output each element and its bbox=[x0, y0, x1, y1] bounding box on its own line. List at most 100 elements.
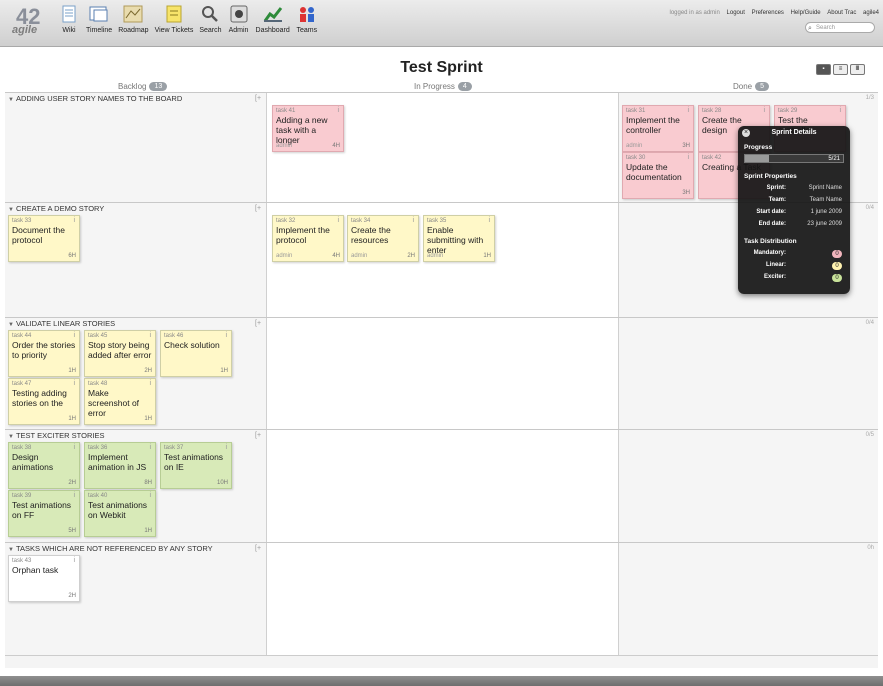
task-estimate: 4H bbox=[332, 253, 340, 259]
info-icon[interactable]: i bbox=[763, 107, 765, 114]
add-task-icon[interactable]: [+ bbox=[255, 545, 261, 552]
info-icon[interactable]: i bbox=[149, 380, 151, 387]
progress-bar: 5/21 bbox=[744, 154, 844, 163]
task-title: Enable submitting with enter bbox=[427, 225, 484, 255]
info-icon[interactable]: i bbox=[73, 217, 75, 224]
task-card[interactable]: task 44 i Order the stories to priority 1… bbox=[8, 330, 80, 377]
backlog-cell[interactable] bbox=[5, 93, 267, 203]
story-title[interactable]: ▼ CREATE A DEMO STORY bbox=[8, 204, 104, 213]
done-cell[interactable] bbox=[619, 543, 878, 656]
task-card[interactable]: task 34 i Create the resources admin 2H bbox=[347, 215, 419, 262]
task-card[interactable]: task 31 i Implement the controller admin 3… bbox=[622, 105, 694, 152]
nav-search[interactable]: Search bbox=[199, 4, 222, 34]
view-switcher: ▪ ≡ Ⅲ bbox=[816, 64, 865, 75]
task-title: Implement the controller bbox=[626, 115, 680, 135]
nav-timeline[interactable]: Timeline bbox=[86, 4, 112, 34]
task-card[interactable]: task 39 i Test animations on FF 5H bbox=[8, 490, 80, 537]
nav-label: Wiki bbox=[62, 27, 76, 34]
info-icon[interactable]: i bbox=[412, 217, 414, 224]
task-card[interactable]: task 40 i Test animations on Webkit 1H bbox=[84, 490, 156, 537]
info-icon[interactable]: i bbox=[337, 217, 339, 224]
nav-dashboard[interactable]: Dashboard bbox=[256, 4, 290, 34]
main-nav: Wiki Timeline Roadmap View Tickets Searc… bbox=[58, 4, 324, 34]
info-icon[interactable]: i bbox=[225, 444, 227, 451]
distribution-label: Task Distribution bbox=[744, 238, 797, 245]
about-link[interactable]: About Trac bbox=[827, 10, 856, 16]
task-id: task 48 bbox=[88, 381, 108, 387]
collapse-triangle-icon[interactable]: ▼ bbox=[8, 547, 14, 553]
collapse-triangle-icon[interactable]: ▼ bbox=[8, 322, 14, 328]
in-progress-cell[interactable] bbox=[267, 430, 619, 543]
info-icon[interactable]: i bbox=[839, 107, 841, 114]
info-icon[interactable]: i bbox=[687, 154, 689, 161]
exciter-badge: 0 bbox=[832, 274, 842, 282]
task-id: task 34 bbox=[351, 218, 371, 224]
view-compact-button[interactable]: ▪ bbox=[816, 64, 831, 75]
task-card[interactable]: task 36 i Implement animation in JS 8H bbox=[84, 442, 156, 489]
task-card[interactable]: task 38 i Design animations 2H bbox=[8, 442, 80, 489]
info-icon[interactable]: i bbox=[73, 557, 75, 564]
add-task-icon[interactable]: [+ bbox=[255, 432, 261, 439]
view-list-button[interactable]: ≡ bbox=[833, 64, 848, 75]
task-card[interactable]: task 35 i Enable submitting with enter ad… bbox=[423, 215, 495, 262]
logout-link[interactable]: Logout bbox=[727, 10, 745, 16]
task-id: task 41 bbox=[276, 108, 296, 114]
task-title: Create the resources bbox=[351, 225, 391, 245]
collapse-triangle-icon[interactable]: ▼ bbox=[8, 97, 14, 103]
info-icon[interactable]: i bbox=[73, 492, 75, 499]
app-logo[interactable]: 42 agile bbox=[10, 4, 46, 38]
in-progress-cell[interactable] bbox=[267, 543, 619, 656]
info-icon[interactable]: i bbox=[73, 332, 75, 339]
story-title[interactable]: ▼ TASKS WHICH ARE NOT REFERENCED BY ANY S… bbox=[8, 544, 213, 553]
nav-view-tickets[interactable]: View Tickets bbox=[155, 4, 193, 34]
story-title[interactable]: ▼ TEST EXCITER STORIES bbox=[8, 431, 104, 440]
done-cell[interactable] bbox=[619, 318, 878, 430]
add-task-icon[interactable]: [+ bbox=[255, 205, 261, 212]
nav-roadmap[interactable]: Roadmap bbox=[118, 4, 149, 34]
add-task-icon[interactable]: [+ bbox=[255, 320, 261, 327]
task-id: task 45 bbox=[88, 333, 108, 339]
info-icon[interactable]: i bbox=[149, 492, 151, 499]
task-card[interactable]: task 46 i Check solution 1H bbox=[160, 330, 232, 377]
info-icon[interactable]: i bbox=[73, 444, 75, 451]
tickets-icon bbox=[163, 4, 185, 24]
nav-teams[interactable]: Teams bbox=[296, 4, 318, 34]
magnifier-icon: ⌕ bbox=[808, 25, 812, 32]
info-icon[interactable]: i bbox=[225, 332, 227, 339]
in-progress-cell[interactable] bbox=[267, 318, 619, 430]
task-card[interactable]: task 37 i Test animations on IE 10H bbox=[160, 442, 232, 489]
info-icon[interactable]: i bbox=[488, 217, 490, 224]
task-card[interactable]: task 32 i Implement the protocol admin 4H bbox=[272, 215, 344, 262]
task-estimate: 2H bbox=[144, 368, 152, 374]
task-card[interactable]: task 41 i Adding a new task with a longer… bbox=[272, 105, 344, 152]
story-title[interactable]: ▼ VALIDATE LINEAR STORIES bbox=[8, 319, 115, 328]
collapse-triangle-icon[interactable]: ▼ bbox=[8, 207, 14, 213]
search-input[interactable]: ⌕ Search bbox=[805, 22, 875, 33]
extra-link[interactable]: agile4 bbox=[863, 10, 879, 16]
nav-wiki[interactable]: Wiki bbox=[58, 4, 80, 34]
task-owner: admin bbox=[276, 253, 293, 259]
view-columns-button[interactable]: Ⅲ bbox=[850, 64, 865, 75]
collapse-triangle-icon[interactable]: ▼ bbox=[8, 434, 14, 440]
task-estimate: 1H bbox=[68, 416, 76, 422]
info-icon[interactable]: i bbox=[73, 380, 75, 387]
nav-admin[interactable]: Admin bbox=[228, 4, 250, 34]
linear-badge: 0 bbox=[832, 262, 842, 270]
task-card[interactable]: task 43 i Orphan task 2H bbox=[8, 555, 80, 602]
done-cell[interactable] bbox=[619, 430, 878, 543]
task-card[interactable]: task 48 i Make screenshot of error 1H bbox=[84, 378, 156, 425]
task-card[interactable]: task 47 i Testing adding stories on the 1… bbox=[8, 378, 80, 425]
story-title[interactable]: ▼ ADDING USER STORY NAMES TO THE BOARD bbox=[8, 94, 182, 103]
add-task-icon[interactable]: [+ bbox=[255, 95, 261, 102]
task-title: Document the protocol bbox=[12, 225, 65, 245]
info-icon[interactable]: i bbox=[149, 332, 151, 339]
task-card[interactable]: task 33 i Document the protocol 6H bbox=[8, 215, 80, 262]
help-link[interactable]: Help/Guide bbox=[791, 10, 821, 16]
task-card[interactable]: task 30 i Update the documentation 3H bbox=[622, 152, 694, 199]
status-bar bbox=[0, 676, 883, 686]
info-icon[interactable]: i bbox=[687, 107, 689, 114]
preferences-link[interactable]: Preferences bbox=[752, 10, 784, 16]
task-card[interactable]: task 45 i Stop story being added after er… bbox=[84, 330, 156, 377]
info-icon[interactable]: i bbox=[337, 107, 339, 114]
info-icon[interactable]: i bbox=[149, 444, 151, 451]
